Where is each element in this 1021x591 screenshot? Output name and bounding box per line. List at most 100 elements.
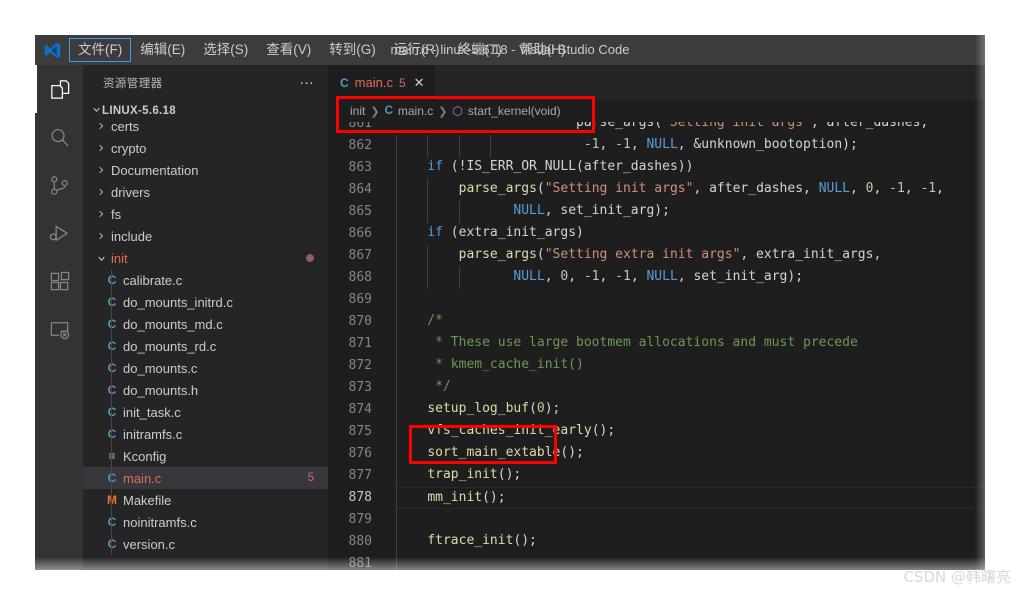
tree-item-kconfig[interactable]: ≡ Kconfig xyxy=(83,445,328,467)
tree-item-makefile[interactable]: M Makefile xyxy=(83,489,328,511)
tree-item-do-mounts-md-c[interactable]: C do_mounts_md.c xyxy=(83,313,328,335)
indent-guide xyxy=(111,291,112,313)
c-file-icon: C xyxy=(103,317,121,331)
code-token: , xyxy=(599,269,616,284)
tree-root-folder[interactable]: LINUX-5.6.18 xyxy=(83,100,328,122)
explorer-icon[interactable] xyxy=(35,65,83,113)
menu-item-selection[interactable]: 选择(S) xyxy=(194,38,257,62)
code-line[interactable]: 861 parse_args("Setting init args", afte… xyxy=(328,122,985,135)
tree-item-label: Makefile xyxy=(123,492,172,508)
code-line[interactable]: 873 */ xyxy=(328,377,985,399)
indent-guide xyxy=(396,399,397,421)
indent-guide xyxy=(458,201,460,223)
tree-item-main-c[interactable]: C main.c 5 xyxy=(83,467,328,489)
config-file-icon: ≡ xyxy=(103,449,121,463)
tree-item-version-c[interactable]: C version.c xyxy=(83,533,328,555)
code-line-text xyxy=(394,553,985,570)
menu-item-view[interactable]: 查看(V) xyxy=(257,38,320,62)
code-line[interactable]: 871 * These use large bootmem allocation… xyxy=(328,333,985,355)
code-line[interactable]: 863 if (!IS_ERR_OR_NULL(after_dashes)) xyxy=(328,157,985,179)
code-line-text: setup_log_buf(0); xyxy=(394,399,985,421)
menu-item-file[interactable]: 文件(F) xyxy=(69,38,132,62)
code-line[interactable]: 870 /* xyxy=(328,311,985,333)
problem-count-badge: 5 xyxy=(307,472,314,484)
search-icon[interactable] xyxy=(35,113,83,161)
tree-item-do-mounts-c[interactable]: C do_mounts.c xyxy=(83,357,328,379)
code-token: , after_dashes, xyxy=(810,122,929,130)
code-token: setup_log_buf xyxy=(427,401,530,416)
source-control-icon[interactable] xyxy=(35,161,83,209)
extensions-icon[interactable] xyxy=(35,257,83,305)
tree-item-noinitramfs-c[interactable]: C noinitramfs.c xyxy=(83,511,328,533)
tree-item-documentation[interactable]: Documentation xyxy=(83,159,328,181)
code-line[interactable]: 867 parse_args("Setting extra init args"… xyxy=(328,245,985,267)
tree-item-label: main.c xyxy=(123,470,162,486)
remote-explorer-icon[interactable] xyxy=(35,305,83,353)
tree-item-do-mounts-initrd-c[interactable]: C do_mounts_initrd.c xyxy=(83,291,328,313)
code-line[interactable]: 874 setup_log_buf(0); xyxy=(328,399,985,421)
tree-item-do-mounts-h[interactable]: C do_mounts.h xyxy=(83,379,328,401)
menu-item-go[interactable]: 转到(G) xyxy=(320,38,385,62)
tree-item-crypto[interactable]: crypto xyxy=(83,137,328,159)
tree-item-include[interactable]: include xyxy=(83,225,328,247)
tree-item-do-mounts-rd-c[interactable]: C do_mounts_rd.c xyxy=(83,335,328,357)
indent-guide xyxy=(396,488,397,510)
indent-guide xyxy=(427,179,429,201)
code-line[interactable]: 872 * kmem_cache_init() xyxy=(328,355,985,377)
code-token: , xyxy=(630,137,647,152)
c-file-icon: C xyxy=(103,339,121,353)
code-line-text: * These use large bootmem allocations an… xyxy=(394,333,985,355)
tab-label: main.c xyxy=(354,75,393,90)
more-actions-icon[interactable]: … xyxy=(289,72,324,91)
tree-item-initramfs-c[interactable]: C initramfs.c xyxy=(83,423,328,445)
code-line[interactable]: 875 vfs_caches_init_early(); xyxy=(328,421,985,443)
code-line[interactable]: 879 xyxy=(328,509,985,531)
code-line-text: trap_init(); xyxy=(394,465,985,487)
code-token: NULL xyxy=(818,181,850,196)
file-tree[interactable]: certs crypto Documentation drivers fs in… xyxy=(83,122,328,570)
code-editor[interactable]: 861 parse_args("Setting init args", afte… xyxy=(328,122,985,570)
code-token: "Setting init args" xyxy=(662,122,811,130)
tree-item-certs[interactable]: certs xyxy=(83,122,328,137)
menu-item-run[interactable]: 运行(R) xyxy=(385,38,449,62)
c-file-icon: C xyxy=(103,361,121,375)
tree-item-drivers[interactable]: drivers xyxy=(83,181,328,203)
tree-item-init[interactable]: init xyxy=(83,247,328,269)
menu-item-edit[interactable]: 编辑(E) xyxy=(131,38,194,62)
makefile-icon: M xyxy=(107,493,117,507)
tree-item-init-task-c[interactable]: C init_task.c xyxy=(83,401,328,423)
run-and-debug-icon[interactable] xyxy=(35,209,83,257)
menu-item-terminal[interactable]: 终端(T) xyxy=(449,38,511,62)
tree-item-label: do_mounts.c xyxy=(123,360,198,376)
code-token: * These use large bootmem allocations an… xyxy=(396,335,858,350)
tab-main-c[interactable]: C main.c 5 ✕ xyxy=(328,65,436,100)
code-line[interactable]: 868 NULL, 0, -1, -1, NULL, set_init_arg)… xyxy=(328,267,985,289)
code-line[interactable]: 869 xyxy=(328,289,985,311)
code-line[interactable]: 881 xyxy=(328,553,985,570)
close-icon[interactable]: ✕ xyxy=(412,75,425,91)
tree-item-fs[interactable]: fs xyxy=(83,203,328,225)
breadcrumb-item-file[interactable]: main.c xyxy=(398,104,433,118)
code-line-text: parse_args("Setting extra init args", ex… xyxy=(394,245,985,267)
code-line[interactable]: 862 -1, -1, NULL, &unknown_bootoption); xyxy=(328,135,985,157)
code-line[interactable]: 865 NULL, set_init_arg); xyxy=(328,201,985,223)
code-token: if xyxy=(427,159,443,174)
code-line[interactable]: 878 mm_init(); xyxy=(328,487,985,510)
code-line[interactable]: 866 if (extra_init_args) xyxy=(328,223,985,245)
menu-item-help[interactable]: 帮助(H) xyxy=(511,38,575,62)
code-line[interactable]: 864 parse_args("Setting init args", afte… xyxy=(328,179,985,201)
indent-guide xyxy=(396,201,397,223)
breadcrumb-item-folder[interactable]: init xyxy=(350,104,365,118)
indent-guide xyxy=(396,267,397,289)
code-line[interactable]: 877 trap_init(); xyxy=(328,465,985,487)
indent-guide xyxy=(111,533,112,555)
code-line[interactable]: 880 ftrace_init(); xyxy=(328,531,985,553)
tree-item-label: do_mounts_md.c xyxy=(123,316,223,332)
indent-guide xyxy=(396,289,397,311)
code-line[interactable]: 876 sort_main_extable(); xyxy=(328,443,985,465)
tree-item-calibrate-c[interactable]: C calibrate.c xyxy=(83,269,328,291)
code-token: , &unknown_bootoption); xyxy=(677,137,858,152)
breadcrumb-item-symbol[interactable]: start_kernel(void) xyxy=(468,104,561,118)
